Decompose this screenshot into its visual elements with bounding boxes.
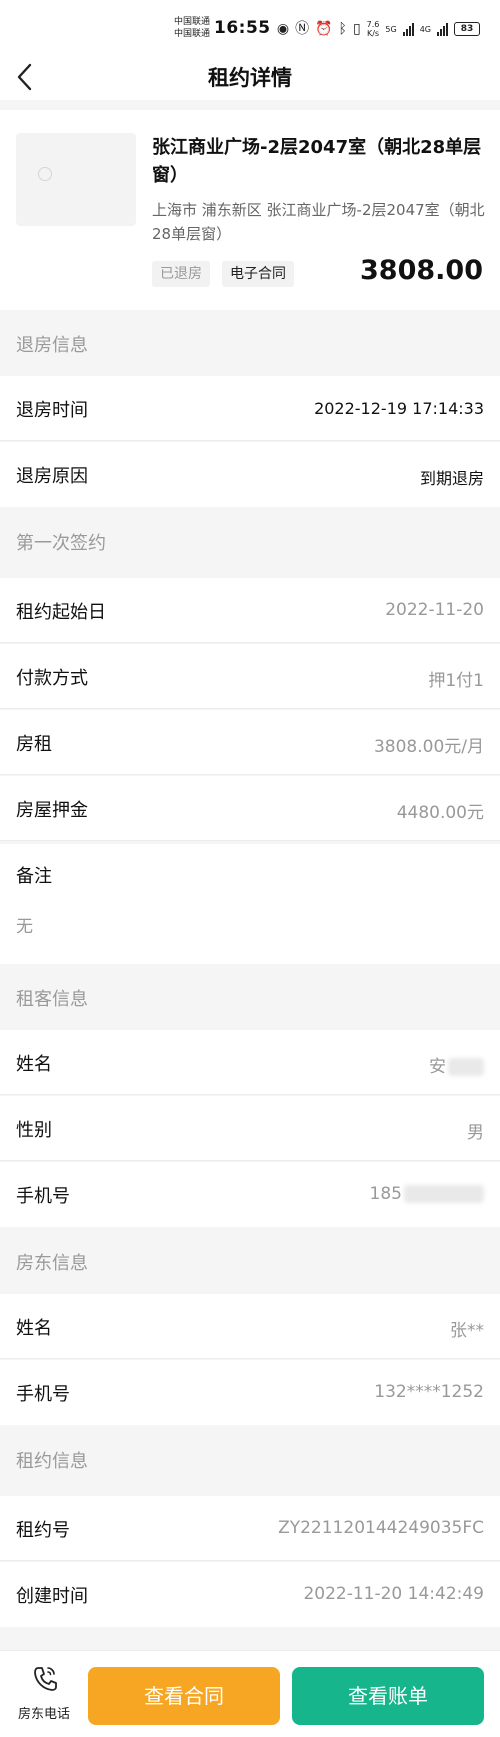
row-label: 房屋押金 — [16, 800, 88, 821]
redacted-blur — [448, 1058, 484, 1076]
signal-2-icon — [437, 22, 448, 36]
row-label: 付款方式 — [16, 668, 88, 689]
logo-placeholder-icon — [38, 167, 52, 181]
row-value: ZY221120144249035FC — [278, 1518, 484, 1538]
row-label: 退房原因 — [16, 466, 88, 487]
section-title: 房东信息 — [16, 1253, 88, 1274]
house-title: 张江商业广场-2层2047室（朝北28单层窗） — [152, 137, 482, 186]
row-value: 132****1252 — [374, 1382, 484, 1402]
row-label: 退房时间 — [16, 400, 88, 421]
row-value: 押1付1 — [428, 671, 484, 691]
section-header-first-sign: 第一次签约 — [0, 508, 500, 574]
landlord-phone-label: 房东电话 — [17, 1707, 70, 1722]
row-value: 2022-11-20 — [385, 600, 484, 620]
row-value: 到期退房 — [419, 469, 484, 488]
payment-method-row: 付款方式 押1付1 — [0, 644, 500, 709]
view-bill-button[interactable]: 查看账单 — [292, 1667, 484, 1725]
row-value: 3808.00元/月 — [373, 737, 484, 757]
signal-1-label: 5G — [385, 24, 397, 34]
tenant-name-row: 姓名 安 — [0, 1030, 500, 1095]
vibrate-icon: ▯ — [352, 21, 361, 37]
created-time-row: 创建时间 2022-11-20 14:42:49 — [0, 1562, 500, 1627]
row-label: 性别 — [16, 1120, 52, 1141]
landlord-phone-row: 手机号 132****1252 — [0, 1360, 500, 1425]
deposit-row: 房屋押金 4480.00元 — [0, 776, 500, 841]
row-label: 租约起始日 — [16, 602, 106, 623]
tenant-gender-row: 性别 男 — [0, 1096, 500, 1161]
landlord-phone-button[interactable]: 房东电话 — [10, 1663, 78, 1727]
row-label: 房租 — [16, 734, 52, 755]
carrier-2: 中国联通 — [174, 29, 211, 39]
net-speed-value: 7.6 — [366, 20, 380, 29]
status-bar: 中国联通 中国联通 16:55 ◉ Ⓝ ⏰ ᛒ ▯ 7.6 K/s 5G 4G … — [0, 0, 500, 54]
house-price: 3808.00 — [360, 255, 483, 286]
nav-bar: 租约详情 — [0, 54, 500, 100]
section-header-tenant: 租客信息 — [0, 964, 500, 1030]
signal-2-label: 4G — [419, 24, 431, 34]
carrier-info: 中国联通 中国联通 — [174, 16, 210, 40]
section-header-checkout: 退房信息 — [0, 310, 500, 376]
house-thumbnail — [16, 133, 136, 226]
section-header-lease: 租约信息 — [0, 1426, 500, 1492]
remark-label: 备注 — [16, 866, 52, 887]
battery-icon: 83 — [454, 22, 480, 36]
row-label: 租约号 — [16, 1520, 70, 1541]
lease-start-row: 租约起始日 2022-11-20 — [0, 578, 500, 643]
tenant-phone-row: 手机号 185 — [0, 1162, 500, 1227]
contract-type-badge: 电子合同 — [222, 261, 294, 287]
status-icons: ◉ Ⓝ ⏰ ᛒ ▯ 7.6 K/s 5G 4G 83 — [277, 20, 480, 38]
lease-number-row: 租约号 ZY221120144249035FC — [0, 1496, 500, 1561]
landlord-name-row: 姓名 张** — [0, 1294, 500, 1359]
section-title: 第一次签约 — [16, 533, 106, 554]
nfc-icon: Ⓝ — [295, 21, 310, 37]
remark-block: 备注 无 — [0, 844, 500, 964]
row-label: 手机号 — [16, 1384, 70, 1405]
net-speed-unit: K/s — [366, 29, 380, 38]
row-label: 手机号 — [16, 1186, 70, 1207]
row-value: 2022-12-19 17:14:33 — [314, 399, 484, 418]
section-title: 租客信息 — [16, 989, 88, 1010]
bluetooth-icon: ᛒ — [338, 21, 347, 37]
tenant-phone-value: 185 — [369, 1184, 402, 1204]
row-value: 185 — [370, 1184, 484, 1204]
alarm-icon: ⏰ — [315, 21, 333, 37]
row-value: 4480.00元 — [396, 803, 484, 823]
row-value: 张** — [450, 1321, 484, 1341]
section-header-landlord: 房东信息 — [0, 1228, 500, 1294]
remark-content: 无 — [16, 917, 33, 937]
bottom-action-bar: 房东电话 查看合同 查看账单 — [0, 1650, 500, 1737]
house-card[interactable]: 张江商业广场-2层2047室（朝北28单层窗） 上海市 浦东新区 张江商业广场-… — [0, 110, 500, 310]
signal-1-icon — [402, 22, 414, 36]
rent-row: 房租 3808.00元/月 — [0, 710, 500, 775]
row-value: 安 — [429, 1052, 484, 1077]
row-value: 男 — [467, 1123, 484, 1143]
row-label: 姓名 — [16, 1318, 52, 1339]
redacted-blur — [404, 1185, 484, 1203]
section-title: 租约信息 — [16, 1451, 88, 1472]
tenant-name-value: 安 — [429, 1057, 446, 1077]
row-label: 姓名 — [16, 1054, 52, 1075]
view-contract-button[interactable]: 查看合同 — [88, 1667, 280, 1725]
checkout-time-row: 退房时间 2022-12-19 17:14:33 — [0, 376, 500, 441]
status-badge: 已退房 — [152, 261, 210, 287]
eye-icon: ◉ — [276, 21, 290, 37]
page-title: 租约详情 — [208, 66, 292, 90]
clock: 16:55 — [214, 18, 271, 38]
phone-icon — [34, 1667, 57, 1691]
row-label: 创建时间 — [16, 1586, 88, 1607]
row-value: 2022-11-20 14:42:49 — [303, 1584, 484, 1604]
section-title: 退房信息 — [16, 335, 88, 356]
house-address: 上海市 浦东新区 张江商业广场-2层2047室（朝北28单层窗） — [152, 201, 485, 243]
net-speed: 7.6 K/s — [367, 20, 380, 38]
checkout-reason-row: 退房原因 到期退房 — [0, 442, 500, 507]
carrier-1: 中国联通 — [174, 17, 211, 27]
